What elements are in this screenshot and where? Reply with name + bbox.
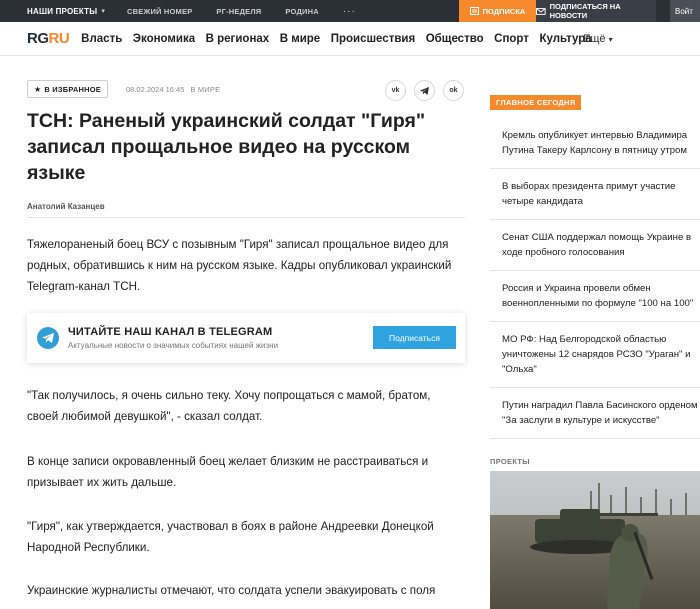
article-paragraph: В конце записи окровавленный боец желает… <box>27 455 429 489</box>
author-link[interactable]: Анатолий Казанцев <box>27 202 465 218</box>
article-lead: Тяжелораненый боец ВСУ с позывным "Гиря"… <box>27 238 452 293</box>
publish-date: 08.02.2024 16:45 <box>125 84 185 94</box>
article: ★ В ИЗБРАННОЕ 08.02.2024 16:45 В МИРЕ vk… <box>27 80 467 297</box>
sidebar: ГЛАВНОЕ СЕГОДНЯ Кремль опубликует интерв… <box>490 92 700 439</box>
project-photo[interactable] <box>490 471 700 609</box>
article-paragraph: "Гиря", как утверждается, участвовал в б… <box>27 520 434 554</box>
nav-item-vlast[interactable]: Власть <box>81 33 122 45</box>
nav-more-menu[interactable]: Ещё ▾ <box>583 33 613 45</box>
nav-item-economy[interactable]: Экономика <box>133 33 195 45</box>
article-paragraph: "Так получилось, я очень сильно теку. Хо… <box>27 389 431 423</box>
share-buttons: vk ok <box>385 80 464 101</box>
subscription-icon <box>469 7 479 15</box>
our-projects-menu[interactable]: НАШИ ПРОЕКТЫ ▾ <box>0 0 115 22</box>
projects-heading: ПРОЕКТЫ <box>490 457 530 466</box>
telegram-subscribe-button[interactable]: Подписаться <box>373 326 456 349</box>
nav-item-sport[interactable]: Спорт <box>494 33 529 45</box>
list-item[interactable]: Путин наградил Павла Басинского орденом … <box>490 388 700 439</box>
list-item[interactable]: Кремль опубликует интервью Владимира Пут… <box>490 118 700 169</box>
add-to-favorites-button[interactable]: ★ В ИЗБРАННОЕ <box>27 80 108 98</box>
article-title: ТСН: Раненый украинский солдат "Гиря" за… <box>27 110 426 184</box>
nav-item-society[interactable]: Общество <box>426 33 484 45</box>
top-link-rodina[interactable]: РОДИНА <box>273 7 330 16</box>
list-item[interactable]: В выборах президента примут участие четы… <box>490 169 700 220</box>
ok-share-icon[interactable]: ok <box>443 80 464 101</box>
news-subscribe-button[interactable]: ПОДПИСАТЬСЯ НА НОВОСТИ <box>536 0 656 22</box>
nav-more-label: Ещё <box>583 33 606 45</box>
top-link-rg-week[interactable]: РГ-НЕДЕЛЯ <box>204 7 273 16</box>
logo-rg: RG <box>27 30 49 47</box>
nav-item-world[interactable]: В мире <box>280 33 321 45</box>
top-link-fresh-issue[interactable]: СВЕЖИЙ НОМЕР <box>115 7 204 16</box>
star-icon: ★ <box>34 84 42 94</box>
main-today-badge: ГЛАВНОЕ СЕГОДНЯ <box>490 95 582 110</box>
rg-logo[interactable]: RGRU <box>27 30 70 47</box>
chevron-down-icon: ▾ <box>101 8 106 15</box>
rubric-link[interactable]: В МИРЕ <box>190 85 220 94</box>
telegram-title: ЧИТАЙТЕ НАШ КАНАЛ В TELEGRAM <box>68 326 273 338</box>
telegram-promo: ЧИТАЙТЕ НАШ КАНАЛ В TELEGRAM Актуальные … <box>27 313 465 363</box>
our-projects-label: НАШИ ПРОЕКТЫ <box>27 6 98 16</box>
article-meta: ★ В ИЗБРАННОЕ 08.02.2024 16:45 В МИРЕ vk… <box>27 80 467 101</box>
vk-share-icon[interactable]: vk <box>385 80 406 101</box>
favorites-label: В ИЗБРАННОЕ <box>44 84 101 94</box>
logo-ru: RU <box>48 30 70 47</box>
list-item[interactable]: МО РФ: Над Белгородской областью уничтож… <box>490 322 700 388</box>
telegram-icon <box>37 327 59 349</box>
subscription-button[interactable]: ПОДПИСКА <box>459 0 536 22</box>
mail-icon <box>536 7 546 15</box>
telegram-subtitle: Актуальные новости о значимых событиях н… <box>68 341 279 350</box>
list-item[interactable]: Россия и Украина провели обмен военнопле… <box>490 271 700 322</box>
nav-item-incidents[interactable]: Происшествия <box>331 33 416 45</box>
caret-down-icon: ▾ <box>608 35 613 44</box>
list-item[interactable]: Сенат США поддержал помощь Украине в ход… <box>490 220 700 271</box>
main-nav: RGRU Власть Экономика В регионах В мире … <box>0 22 700 56</box>
nav-links: Власть Экономика В регионах В мире Проис… <box>81 33 602 45</box>
nav-item-regions[interactable]: В регионах <box>206 33 270 45</box>
more-dots-icon[interactable]: ··· <box>331 6 368 17</box>
login-button[interactable]: Войт <box>670 0 700 22</box>
news-subscribe-label: ПОДПИСАТЬСЯ НА НОВОСТИ <box>549 2 621 20</box>
article-paragraph: Украинские журналисты отмечают, что солд… <box>27 584 436 597</box>
telegram-share-icon[interactable] <box>414 80 435 101</box>
subscription-label: ПОДПИСКА <box>482 6 526 16</box>
top-bar: НАШИ ПРОЕКТЫ ▾ СВЕЖИЙ НОМЕР РГ-НЕДЕЛЯ РО… <box>0 0 700 22</box>
main-today-list: Кремль опубликует интервью Владимира Пут… <box>490 118 700 439</box>
